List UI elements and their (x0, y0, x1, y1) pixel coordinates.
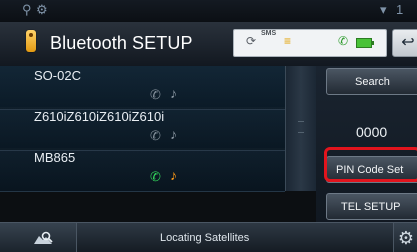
gear-icon: ⚙ (397, 228, 415, 248)
bluetooth-device-icon (26, 30, 36, 52)
phone-icon: ✆ (150, 128, 161, 143)
sms-icon: SMS (261, 30, 277, 37)
highlight-box (324, 147, 417, 182)
phone-status-indicators: ⟳ SMS ≡ ✆ (233, 29, 387, 57)
status-bar: ⚲ ⚙ ▾ 1 (0, 0, 417, 22)
title-bar: Bluetooth SETUP ⟳ SMS ≡ ✆ ↩ (0, 22, 417, 67)
map-search-button[interactable] (0, 223, 77, 252)
sync-icon: ⟳ (246, 34, 257, 48)
return-icon: ↩ (401, 34, 415, 51)
device-item-so-02c[interactable]: SO-02C ✆ ♪ (0, 66, 285, 110)
bluetooth-setup-screen: ⚲ ⚙ ▾ 1 Bluetooth SETUP ⟳ SMS ≡ ✆ ↩ SO-0… (0, 0, 417, 252)
battery-icon (356, 38, 374, 48)
list-scrollbar[interactable] (285, 66, 316, 191)
back-button[interactable]: ↩ (392, 29, 417, 57)
gps-icon: ⚙ (36, 2, 48, 17)
search-button[interactable]: Search (326, 68, 417, 95)
device-name: MB865 (34, 150, 76, 165)
tel-setup-button[interactable]: TEL SETUP (326, 193, 417, 220)
device-name: SO-02C (34, 68, 81, 83)
phone-icon: ✆ (150, 169, 161, 184)
music-note-icon: ♪ (170, 85, 177, 101)
phone-icon: ✆ (150, 87, 161, 102)
device-item-mb865[interactable]: MB865 ✆ ♪ (0, 148, 285, 192)
status-message: Locating Satellites (160, 232, 250, 244)
bottom-bar: Locating Satellites ⚙ (0, 222, 417, 252)
signal-icon: ⚲ (22, 2, 32, 17)
page-title: Bluetooth SETUP (50, 33, 193, 53)
pin-code-value: 0000 (356, 124, 388, 140)
wifi-signal-icon: ▾ (380, 2, 387, 17)
music-note-icon: ♪ (170, 167, 177, 183)
device-list: SO-02C ✆ ♪ Z610iZ610iZ610iZ610i ✆ ♪ MB86… (0, 66, 285, 192)
music-note-icon: ♪ (170, 126, 177, 142)
map-search-icon (34, 231, 53, 244)
device-name: Z610iZ610iZ610iZ610i (34, 109, 165, 124)
settings-button[interactable]: ⚙ (393, 223, 417, 252)
device-item-z610i[interactable]: Z610iZ610iZ610iZ610i ✆ ♪ (0, 107, 285, 151)
number-icon: 1 (396, 2, 404, 17)
scroll-grip[interactable] (298, 121, 304, 133)
phone-icon: ✆ (338, 34, 349, 48)
signal-strength-icon: ≡ (284, 34, 292, 48)
